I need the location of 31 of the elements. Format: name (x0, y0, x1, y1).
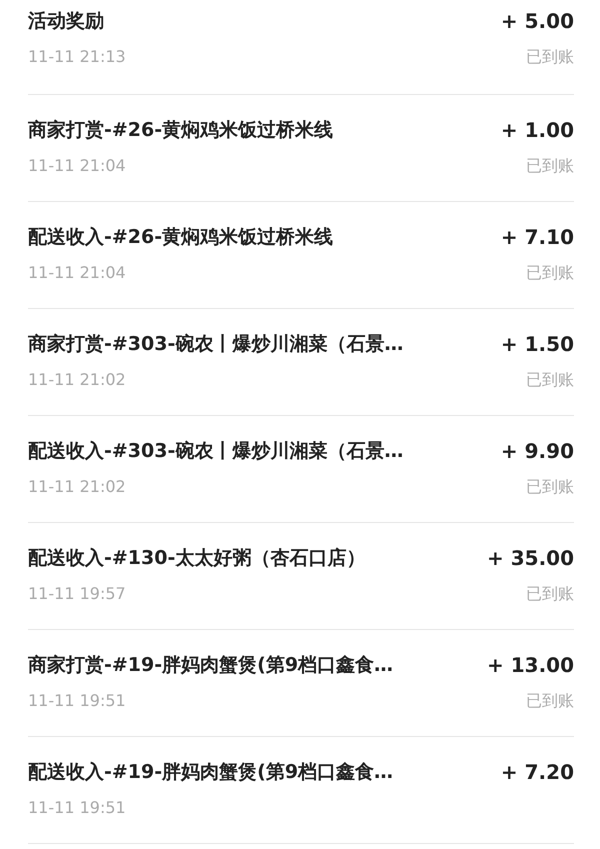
transaction-time: 11-11 21:04 (28, 262, 126, 284)
transaction-time: 11-11 21:02 (28, 369, 126, 391)
transaction-time: 11-11 21:13 (28, 46, 126, 68)
transaction-title: 配送收入-#19-胖妈肉蟹煲(第9档口鑫食… (28, 760, 394, 785)
transaction-status: 已到账 (526, 369, 574, 391)
transaction-title: 商家打赏-#19-胖妈肉蟹煲(第9档口鑫食… (28, 653, 394, 678)
transaction-title: 活动奖励 (28, 9, 104, 34)
transaction-status: 已到账 (526, 476, 574, 498)
transaction-status: 已到账 (526, 155, 574, 177)
transaction-amount: + 9.90 (500, 438, 574, 465)
transaction-status: 已到账 (526, 46, 574, 68)
transaction-amount: + 1.50 (500, 331, 574, 358)
transaction-amount: + 5.00 (500, 8, 574, 35)
transaction-title: 配送收入-#130-太太好粥（杏石口店） (28, 546, 366, 571)
transaction-title: 商家打赏-#26-黄焖鸡米饭过桥米线 (28, 118, 334, 143)
transaction-amount: + 13.00 (487, 652, 574, 679)
transaction-amount: + 7.20 (500, 759, 574, 786)
transaction-status: 已到账 (526, 583, 574, 605)
transaction-status: 已到账 (526, 690, 574, 712)
transaction-time: 11-11 19:51 (28, 690, 126, 712)
transaction-amount: + 1.00 (500, 117, 574, 144)
transaction-time: 11-11 19:57 (28, 583, 126, 605)
transaction-amount: + 7.10 (500, 224, 574, 251)
transaction-time: 11-11 21:02 (28, 476, 126, 498)
transaction-amount: + 35.00 (487, 545, 574, 572)
transaction-title: 商家打赏-#303-碗农丨爆炒川湘菜（石景… (28, 332, 404, 357)
transaction-title: 配送收入-#26-黄焖鸡米饭过桥米线 (28, 225, 334, 250)
transaction-time: 11-11 19:51 (28, 797, 126, 819)
transaction-time: 11-11 21:04 (28, 155, 126, 177)
transaction-title: 配送收入-#303-碗农丨爆炒川湘菜（石景… (28, 439, 404, 464)
transaction-status: 已到账 (526, 262, 574, 284)
